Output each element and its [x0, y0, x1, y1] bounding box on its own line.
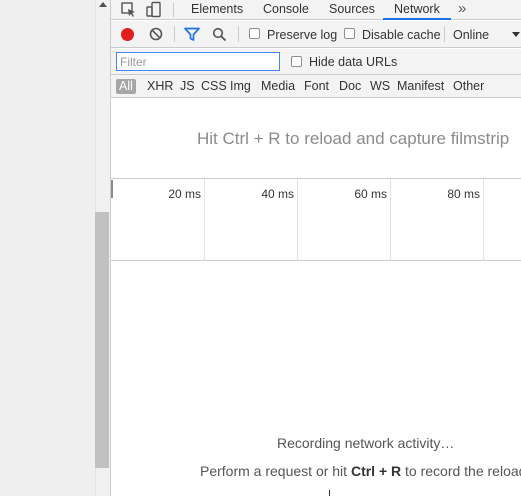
clear-icon[interactable] [149, 27, 163, 41]
reload-shortcut: Ctrl + R [350, 463, 402, 479]
timeline-tick: 80 ms [447, 187, 480, 201]
toolbar-separator [444, 26, 445, 42]
network-overview[interactable]: 20 ms 40 ms 60 ms 80 ms [111, 178, 521, 261]
type-filter-media[interactable]: Media [259, 79, 297, 94]
toolbar-separator [174, 26, 175, 42]
page-background [0, 0, 95, 496]
type-filter-manifest[interactable]: Manifest [395, 79, 446, 94]
tab-console[interactable]: Console [263, 0, 309, 20]
grid-line [483, 179, 484, 261]
type-filter-xhr[interactable]: XHR [145, 79, 175, 94]
type-filter-js[interactable]: JS [178, 79, 197, 94]
filter-input[interactable] [116, 52, 280, 71]
devtools-panel: Elements Console Sources Network » Prese… [110, 0, 521, 496]
type-filter-doc[interactable]: Doc [337, 79, 363, 94]
timeline-tick: 60 ms [354, 187, 387, 201]
scroll-up-icon[interactable] [99, 2, 107, 7]
overview-start-marker [111, 180, 113, 198]
disable-cache-label[interactable]: Disable cache [362, 28, 441, 42]
type-filter-css[interactable]: CSS [199, 79, 229, 94]
resource-type-bar: All XHR JS CSS Img Media Font Doc WS Man… [111, 75, 521, 98]
preserve-log-label[interactable]: Preserve log [267, 28, 337, 42]
type-filter-img[interactable]: Img [228, 79, 253, 94]
throttling-select[interactable]: Online [453, 28, 489, 42]
tab-network[interactable]: Network [383, 0, 451, 20]
reload-hint-prefix: Perform a request or hit [200, 463, 351, 479]
type-filter-all[interactable]: All [116, 79, 136, 94]
hide-data-urls-label[interactable]: Hide data URLs [309, 55, 397, 69]
preserve-log-checkbox[interactable] [249, 28, 260, 39]
timeline-tick: 40 ms [261, 187, 294, 201]
filmstrip-hint: Hit Ctrl + R to reload and capture films… [197, 129, 510, 148]
timeline-tick: 20 ms [168, 187, 201, 201]
scrollbar-thumb[interactable] [95, 212, 109, 468]
type-filter-font[interactable]: Font [302, 79, 331, 94]
device-toolbar-icon[interactable] [145, 1, 163, 19]
record-button[interactable] [121, 28, 134, 41]
reload-hint-suffix: to record the reload. [401, 463, 521, 479]
search-icon[interactable] [212, 27, 227, 42]
tab-elements[interactable]: Elements [191, 0, 243, 20]
chevron-down-icon[interactable] [512, 32, 520, 37]
grid-line [204, 179, 205, 261]
filter-icon[interactable] [184, 27, 200, 42]
hide-data-urls-checkbox[interactable] [291, 56, 302, 67]
filter-bar: Hide data URLs [111, 49, 521, 75]
recording-status: Recording network activity… [277, 435, 455, 451]
tab-separator [173, 3, 174, 17]
devtools-tabbar: Elements Console Sources Network » [111, 0, 521, 20]
text-cursor [329, 490, 330, 496]
toolbar-separator [238, 26, 239, 42]
inspect-element-icon[interactable] [120, 1, 138, 19]
network-toolbar: Preserve log Disable cache Online [111, 21, 521, 48]
more-tabs-button[interactable]: » [458, 0, 466, 17]
grid-line [390, 179, 391, 261]
type-filter-ws[interactable]: WS [368, 79, 392, 94]
disable-cache-checkbox[interactable] [344, 28, 355, 39]
tab-sources[interactable]: Sources [329, 0, 375, 20]
reload-hint: Perform a request or hit Ctrl + R to rec… [200, 463, 521, 479]
grid-line [297, 179, 298, 261]
type-filter-other[interactable]: Other [451, 79, 486, 94]
